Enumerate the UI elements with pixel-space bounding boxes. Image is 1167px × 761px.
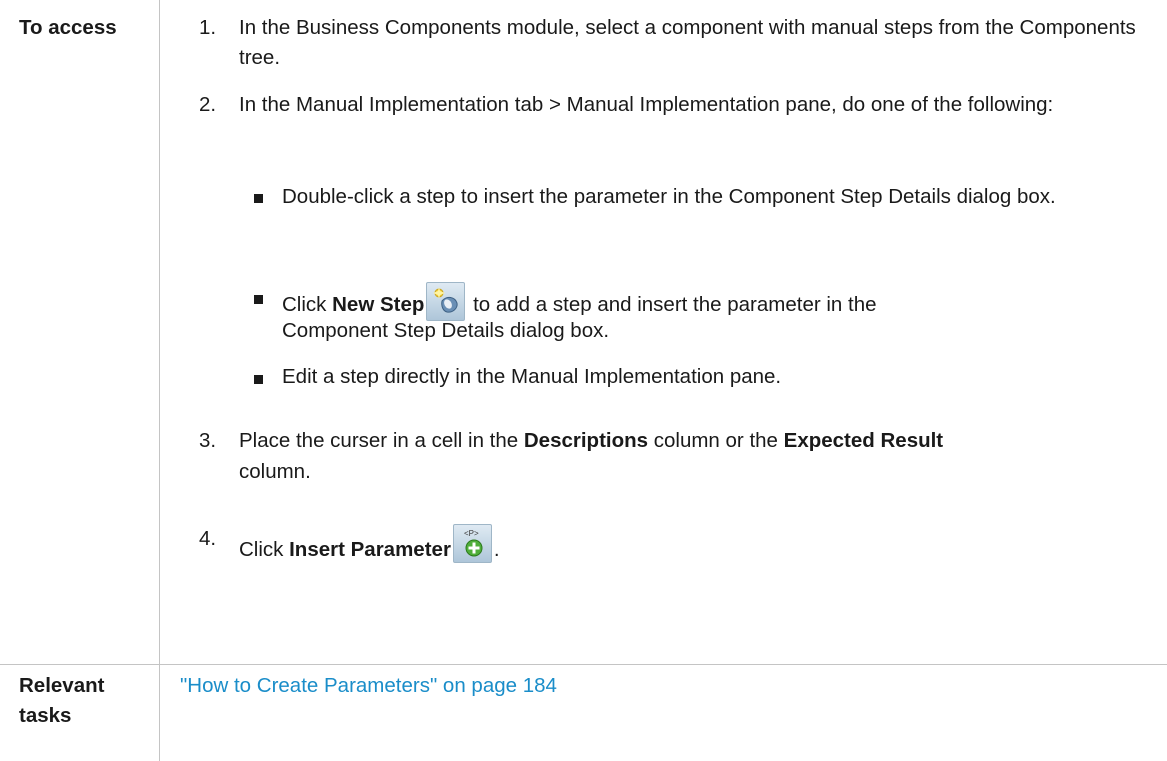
bullet-3-text: Edit a step directly in the Manual Imple… (282, 365, 782, 388)
svg-text:<P>: <P> (464, 529, 479, 538)
column-divider (159, 0, 160, 761)
relevant-tasks-line2: tasks (19, 704, 72, 727)
bullet-2-post: to add a step and insert the parameter i… (467, 293, 877, 316)
step-3-number: 3. (199, 429, 217, 452)
insert-parameter-label: Insert Parameter (289, 538, 451, 561)
new-step-label: New Step (332, 293, 425, 316)
step-4-number: 4. (199, 527, 217, 550)
step-4-text: Click Insert Parameter <P>. (239, 524, 1144, 565)
info-table: To access 1. In the Business Components … (0, 0, 1167, 761)
step-1-number: 1. (199, 16, 217, 39)
bullet-marker (254, 194, 263, 203)
insert-parameter-icon[interactable]: <P> (452, 524, 492, 563)
how-to-create-parameters-link[interactable]: "How to Create Parameters" on page 184 (180, 671, 557, 701)
bullet-marker (254, 375, 263, 384)
relevant-tasks-label: Relevant tasks (19, 671, 104, 731)
bullet-1-text: Double-click a step to insert the parame… (282, 185, 1056, 208)
step-1-text: In the Business Components module, selec… (239, 16, 1136, 69)
row-divider (0, 664, 1167, 665)
step-2-text: In the Manual Implementation tab > Manua… (239, 93, 1054, 116)
descriptions-label: Descriptions (523, 429, 649, 452)
to-access-label: To access (19, 16, 117, 39)
bullet-2-pre: Click (282, 293, 333, 316)
step-2-number: 2. (199, 93, 217, 116)
bullet-marker (254, 295, 263, 304)
relevant-tasks-line1: Relevant (19, 674, 105, 697)
step-3-line2: column. (239, 460, 311, 483)
step-4-post: . (493, 538, 500, 561)
expected-result-label: Expected Result (783, 429, 944, 452)
step-4-pre: Click (239, 538, 290, 561)
step-3-mid: column or the (648, 429, 784, 452)
bullet-2-line2: Component Step Details dialog box. (282, 319, 610, 342)
step-3-line1: Place the curser in a cell in the Descri… (239, 426, 1144, 456)
step-3-pre: Place the curser in a cell in the (239, 429, 524, 452)
